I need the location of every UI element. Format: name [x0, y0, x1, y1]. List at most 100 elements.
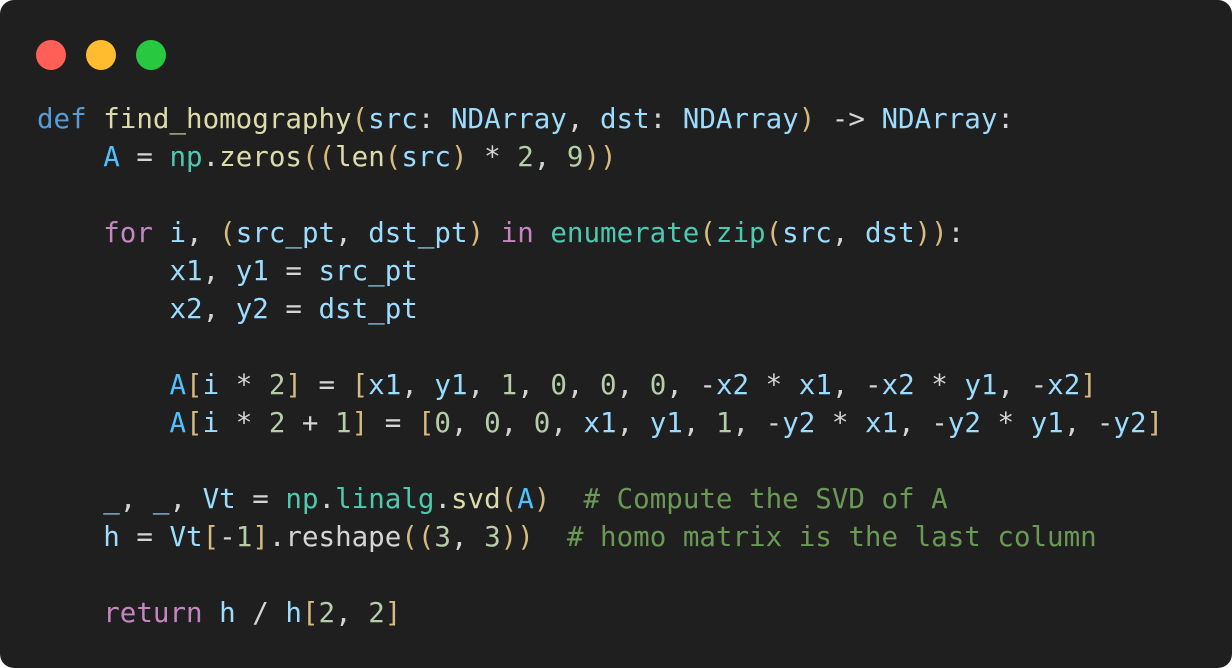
code-token: * [980, 407, 1031, 439]
code-token: ] [1146, 407, 1164, 439]
code-token: , [682, 407, 716, 439]
code-token: , [616, 369, 650, 401]
code-token: , [500, 407, 534, 439]
code-token: , [450, 407, 485, 439]
code-token: (( [401, 521, 435, 553]
code-token: for [103, 217, 153, 249]
code-token: [ [202, 521, 220, 553]
close-button[interactable] [36, 40, 66, 70]
minimize-button[interactable] [86, 40, 116, 70]
code-token: = [301, 369, 352, 401]
code-token: , [335, 217, 369, 249]
code-token: A [517, 483, 534, 515]
code-token: [ [351, 369, 369, 401]
code-token: linalg [335, 483, 435, 515]
code-token: 0 [533, 407, 551, 439]
code-window: def find_homography(src: NDArray, dst: N… [0, 0, 1232, 668]
code-token: find_homography [103, 103, 352, 135]
code-token: x2 [1047, 369, 1081, 401]
code-token: [ [417, 407, 435, 439]
code-token: , [202, 293, 236, 325]
code-token: , - [732, 407, 783, 439]
code-token: A [103, 141, 120, 173]
code-token: * [815, 407, 865, 439]
code-token: * [467, 141, 518, 173]
code-token: )) [500, 521, 534, 553]
code-token: , - [831, 369, 882, 401]
code-line: def find_homography(src: NDArray, dst: N… [37, 100, 1163, 138]
code-token: (( [301, 141, 336, 173]
code-token: A [169, 369, 187, 401]
code-token: # homo matrix is the last column [566, 521, 1097, 553]
code-line: x2, y2 = dst_pt [37, 290, 1163, 328]
code-token: in [500, 217, 534, 249]
code-token: 2 [517, 141, 534, 173]
code-token: , [831, 217, 865, 249]
window-controls [36, 40, 166, 70]
code-token: , [566, 369, 601, 401]
code-token: src [782, 217, 832, 249]
code-token: 2 [368, 597, 385, 629]
code-token: x1 [169, 255, 203, 287]
code-token: - [219, 521, 236, 553]
code-token: x2 [881, 369, 915, 401]
code-token: / [235, 597, 286, 629]
code-token: i [202, 369, 220, 401]
code-token: ] [252, 521, 269, 553]
code-token: Vt [169, 521, 203, 553]
code-token: : [649, 103, 683, 135]
code-token: , [517, 369, 551, 401]
code-token: ( [351, 103, 369, 135]
code-token: ) [533, 483, 551, 515]
code-token: , [335, 597, 369, 629]
code-token: 3 [434, 521, 451, 553]
code-line: A[i * 2 + 1] = [0, 0, 0, x1, y1, 1, -y2 … [37, 404, 1163, 442]
code-token: ( [699, 217, 716, 249]
code-token: NDArray [450, 103, 567, 135]
code-token: x2 [169, 293, 203, 325]
code-token: 2 [268, 407, 286, 439]
code-token: dst_pt [318, 293, 418, 325]
code-token: x1 [798, 369, 832, 401]
code-token: y1 [1030, 407, 1064, 439]
code-token: src [368, 103, 418, 135]
code-token: , [202, 255, 236, 287]
code-token: dst [864, 217, 915, 249]
code-token: ( [765, 217, 783, 249]
code-token: )) [583, 141, 617, 173]
code-line: for i, (src_pt, dst_pt) in enumerate(zip… [37, 214, 1163, 252]
code-token: 1 [235, 521, 253, 553]
code-token: , [467, 369, 501, 401]
code-token: = [119, 141, 170, 173]
code-token: 0 [434, 407, 451, 439]
code-token: * [219, 369, 269, 401]
code-token: y1 [235, 255, 269, 287]
code-token: enumerate [550, 217, 700, 249]
code-token: 0 [484, 407, 501, 439]
code-token: zeros [219, 141, 302, 173]
code-token: : [997, 103, 1014, 135]
code-token: 0 [600, 369, 617, 401]
code-token: h [103, 521, 120, 553]
code-token: 2 [318, 597, 336, 629]
code-token: A [169, 407, 187, 439]
code-token: . [434, 483, 451, 515]
code-token: [ [186, 407, 203, 439]
code-token: 0 [649, 369, 667, 401]
maximize-button[interactable] [136, 40, 166, 70]
code-token: 9 [566, 141, 584, 173]
code-token: , [401, 369, 435, 401]
code-token: ( [500, 483, 518, 515]
code-token: ] [384, 597, 402, 629]
code-token: NDArray [682, 103, 799, 135]
